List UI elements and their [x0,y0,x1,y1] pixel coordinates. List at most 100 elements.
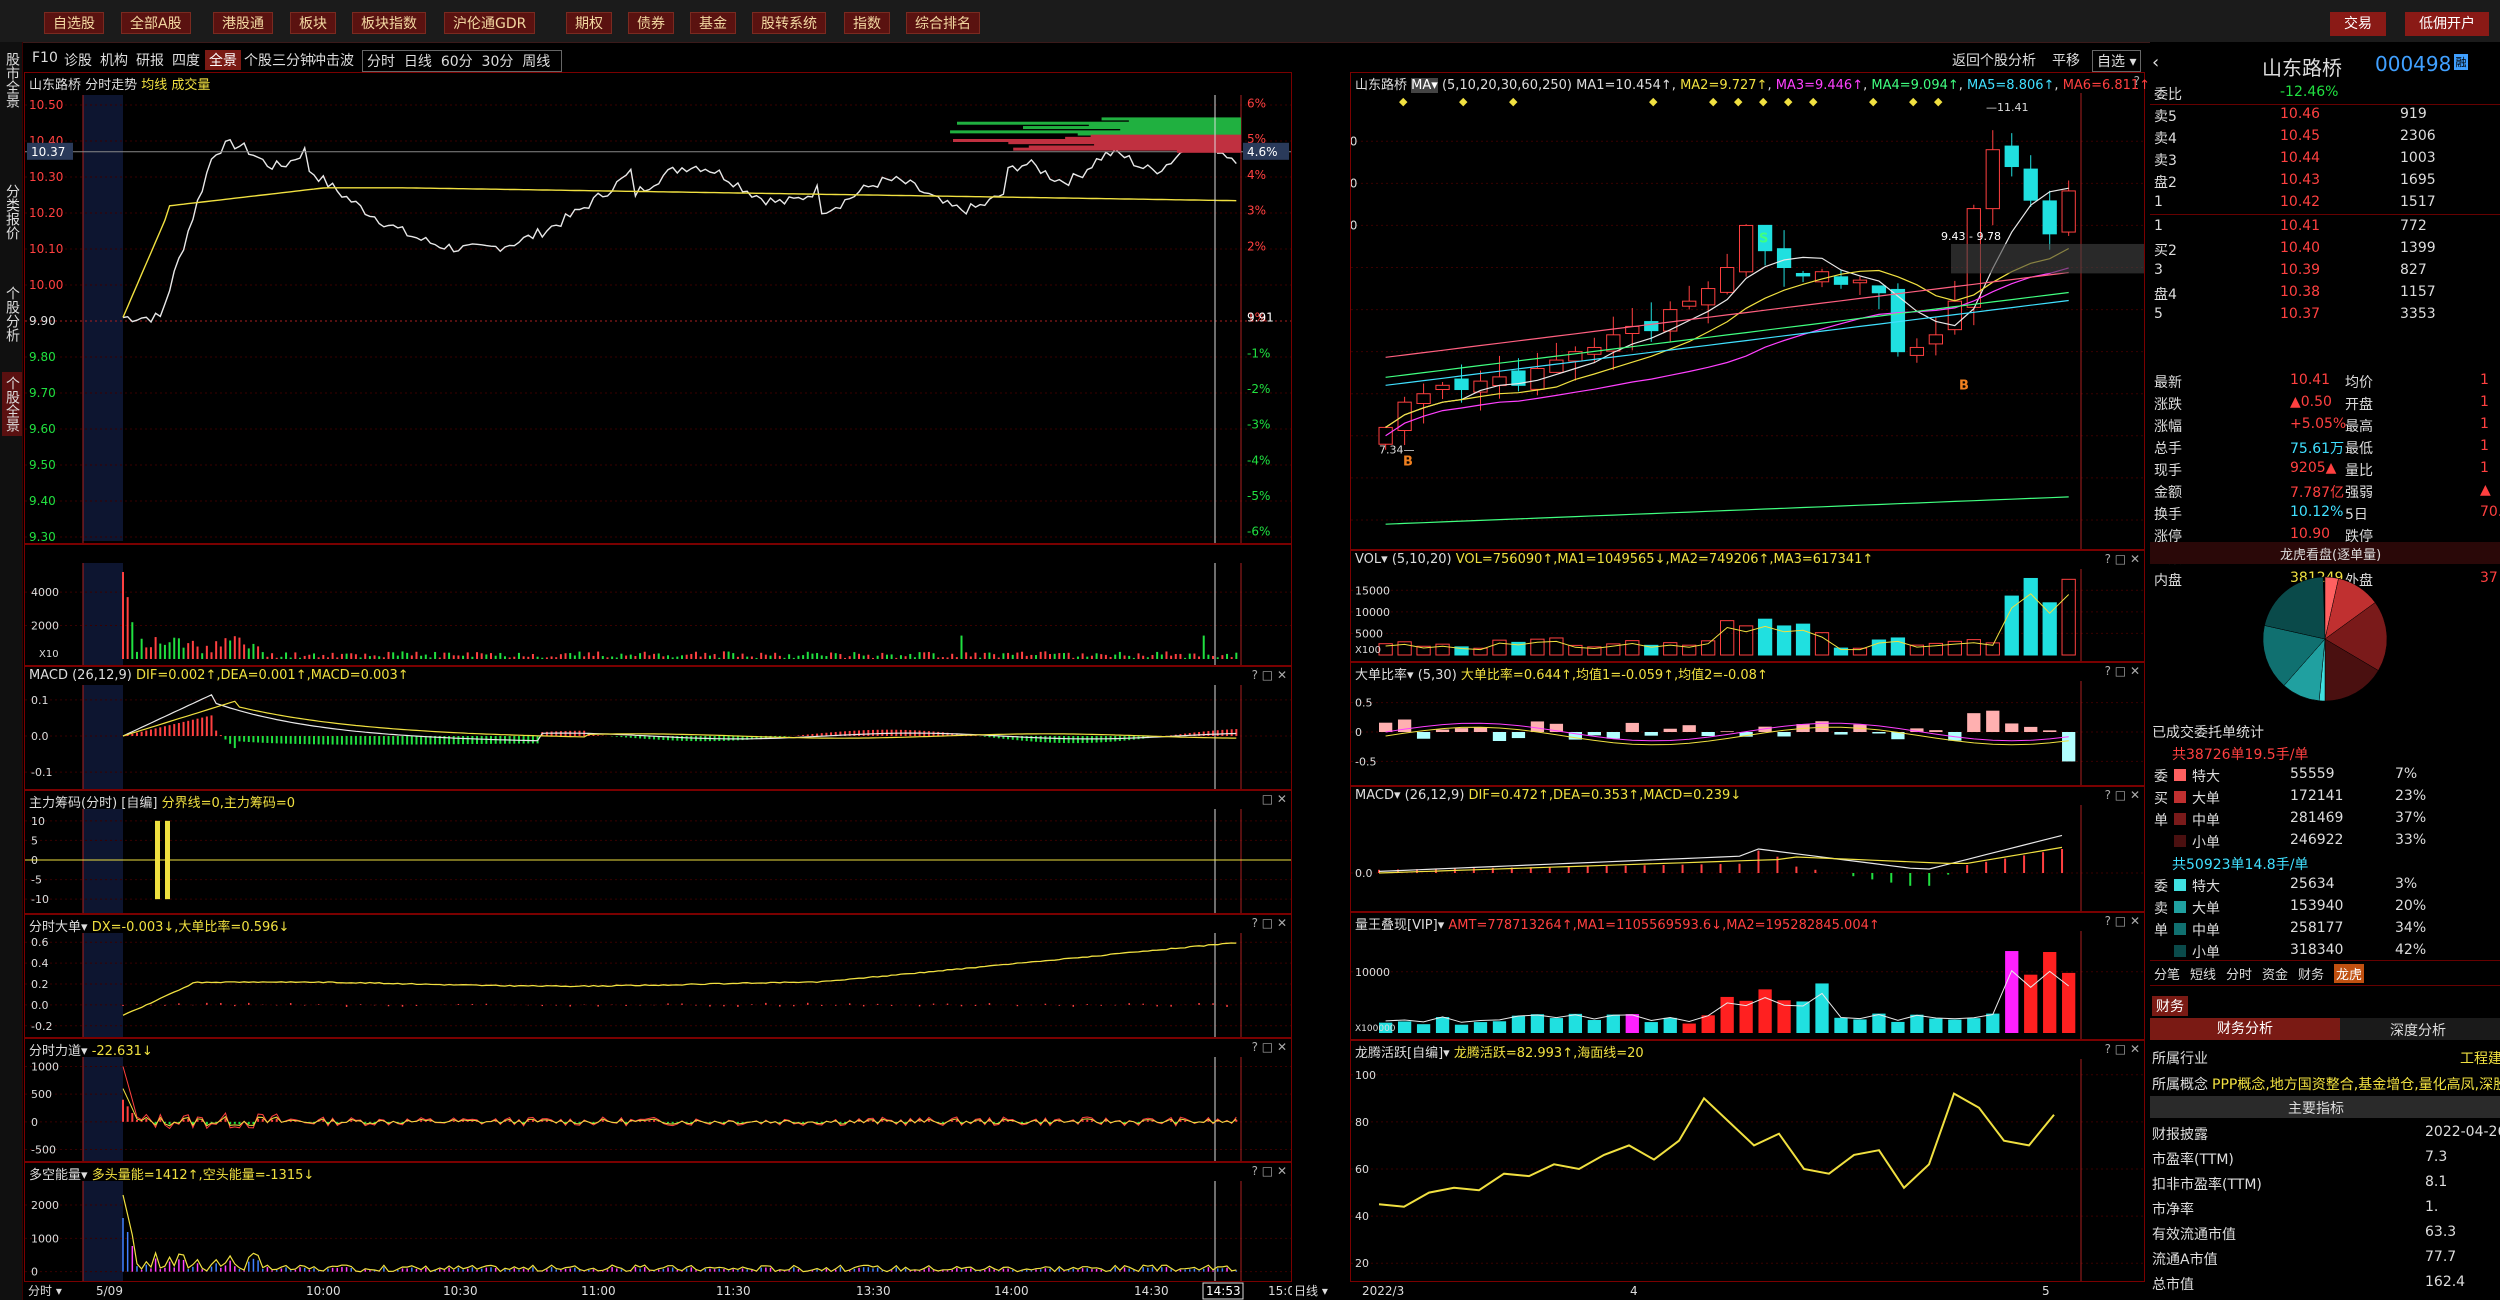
amount-chart: 10000 X100000 [1351,931,2144,1039]
tab-2[interactable]: 分时 [2226,964,2252,983]
price-tick-label: 10.50 [1351,176,1357,190]
pan-button[interactable]: 平移 [2052,50,2080,70]
fin-row: 扣非市盈率(TTM) 8.1 [2152,1174,2448,1193]
amount-bar [1454,1024,1469,1033]
sell-level-row[interactable]: 盘2 10.43 1695 [2150,170,2500,192]
time-tick-label: 11:30 [716,1284,751,1298]
amount-bar [1549,1018,1564,1033]
amount-bar [1891,1021,1905,1033]
period-intraday[interactable]: 分时 [367,54,395,70]
buy-level-row[interactable]: 1 10.41 772 [2150,216,2500,238]
top-menu-item[interactable]: 指数 [844,12,890,34]
tab-panorama[interactable]: 全景 [205,50,241,70]
trade-button[interactable]: 交易 [2330,12,2386,36]
sidebar-item-market-overview[interactable]: 股市全景 [2,48,22,112]
ratio-bar [2005,723,2019,732]
candle-body [2061,190,2076,233]
sell-level-row[interactable]: 卖5 10.46 919 [2150,104,2500,126]
watchlist-dropdown[interactable]: 自选 ▾ [2092,50,2142,72]
tick-label: 5 [31,834,38,847]
tab-fin-analysis[interactable]: 财务分析 [2150,1018,2340,1040]
pct-tick-label: 2% [1247,239,1266,253]
buy-level-row[interactable]: 3 10.39 827 [2150,260,2500,282]
intraday-chart: 10.5010.4010.3010.2010.1010.009.909.809.… [25,95,1291,543]
tab-3[interactable]: 资金 [2262,964,2288,983]
volume-bar [1625,640,1640,656]
tab-deep-analysis[interactable]: 深度分析 [2390,1020,2446,1040]
daily-kline-panel[interactable]: 山东路桥 MA▾ (5,10,20,30,60,250) MA1=10.454↑… [1350,72,2150,550]
tab-finance[interactable]: 财务 [2152,996,2188,1016]
ratio-avg2-line [1385,726,2069,746]
top-menu-item[interactable]: 基金 [690,12,736,34]
sell-level-row[interactable]: 1 10.42 1517 [2150,192,2500,214]
period-daily[interactable]: 日线 [404,54,432,70]
tick-label: 80 [1355,1116,1369,1129]
tab-diagnose[interactable]: 诊股 [64,50,92,70]
sidebar-item-stock-analysis[interactable]: 个股分析 [2,282,22,346]
period-selector[interactable]: 分时 日线 60分 30分 周线 [362,50,562,72]
tick-label: 0 [1355,726,1362,739]
top-menu-item[interactable]: 板块指数 [352,12,426,34]
stock-name: 山东路桥 [2262,56,2342,80]
tab-three-minute[interactable]: 个股三分钟 [244,50,314,70]
tick-label: -10 [31,893,49,906]
tab-four-degree[interactable]: 四度 [172,50,200,70]
tab-4[interactable]: 财务 [2298,964,2324,983]
top-menu-item[interactable]: 债券 [628,12,674,34]
tab-5[interactable]: 龙虎 [2334,964,2365,983]
sidebar-item-category-quotes[interactable]: 分类报价 [2,180,22,244]
buy-level-row[interactable]: 买2 10.40 1399 [2150,238,2500,260]
top-menu-item[interactable]: 港股通 [213,12,273,34]
amount-bar [1986,1013,2000,1033]
period-weekly[interactable]: 周线 [522,54,550,70]
price-tick-label: 9.80 [29,350,56,364]
tab-institution[interactable]: 机构 [100,50,128,70]
top-menu-item[interactable]: 综合排名 [906,12,980,34]
order-pie-chart [2262,576,2388,702]
sidebar-item-stock-panorama[interactable]: 个股全景 [2,372,22,436]
volume-bar [1435,643,1450,656]
sell-level-row[interactable]: 卖4 10.45 2306 [2150,126,2500,148]
top-menu-item[interactable]: 沪伦通GDR [444,12,536,34]
sell-level-row[interactable]: 卖3 10.44 1003 [2150,148,2500,170]
fin-row: 市净率 1. [2152,1199,2439,1218]
buy-entrust-row: 小单 246922 33% [2150,830,2500,852]
volume-bar [1701,640,1716,656]
tick-label: -500 [31,1143,56,1156]
amount-bar [1853,1019,1867,1033]
pie-title: 龙虎看盘(逐单量) [2150,542,2500,564]
tick-label: 10000 [1355,606,1390,619]
stat-row: 金额 7.787亿 强弱 ▲ [2154,482,2491,501]
weibi-row: 委比 -12.46% [2150,82,2500,105]
candle-body [1928,334,1943,345]
tab-1[interactable]: 短线 [2190,964,2216,983]
tab-impact[interactable]: 冲击波 [312,50,354,70]
top-menu-item[interactable]: 股转系统 [752,12,826,34]
tick-label: 100 [1355,1069,1376,1082]
amount-bar [1834,1017,1848,1033]
top-menu-item[interactable]: 全部A股 [121,12,191,34]
back-arrow-icon[interactable]: ‹ [2152,52,2159,73]
period-30min[interactable]: 30分 [482,54,514,70]
top-menu-item[interactable]: 期权 [566,12,612,34]
buy-level-row[interactable]: 盘4 10.38 1157 [2150,282,2500,304]
ratio-bar [2043,730,2057,732]
concept-row: 所属概念 PPP概念,地方国资整合,基金增仓,量化高凤,深股 [2152,1077,2500,1093]
buy-entrust-total: 共38726单19.5手/单 [2172,747,2309,763]
tick-label: 0.0 [31,999,49,1012]
fin-rows: 财报披露 2022-04-26 市盈率(TTM) 7.3 扣非市盈率(TTM) 8.1 市净… [2150,1122,2500,1300]
amount-bar [2043,952,2057,1033]
big-order-chart: 0.6 0.4 0.2 0.0 -0.2 [25,933,1291,1037]
open-account-button[interactable]: 低佣开户 [2405,12,2489,36]
tab-0[interactable]: 分笔 [2154,964,2180,983]
tab-f10[interactable]: F10 [32,50,58,66]
top-menu-item[interactable]: 板块 [290,12,336,34]
tick-label: -0.2 [31,1020,52,1033]
big-order-panel: 分时大单▾ DX=-0.003↓,大单比率=0.596↓ ? □ ✕ 0.6 0.… [24,914,1292,1038]
top-menu-item[interactable]: 自选股 [44,12,104,34]
intraday-price-panel[interactable]: 山东路桥 分时走势 均线 成交量 10.50 10.40 10.30 10.20 10.… [24,72,1292,544]
back-to-analysis-link[interactable]: 返回个股分析 [1952,50,2036,70]
amount-bar [1416,1024,1431,1033]
tab-research[interactable]: 研报 [136,50,164,70]
period-60min[interactable]: 60分 [441,54,473,70]
